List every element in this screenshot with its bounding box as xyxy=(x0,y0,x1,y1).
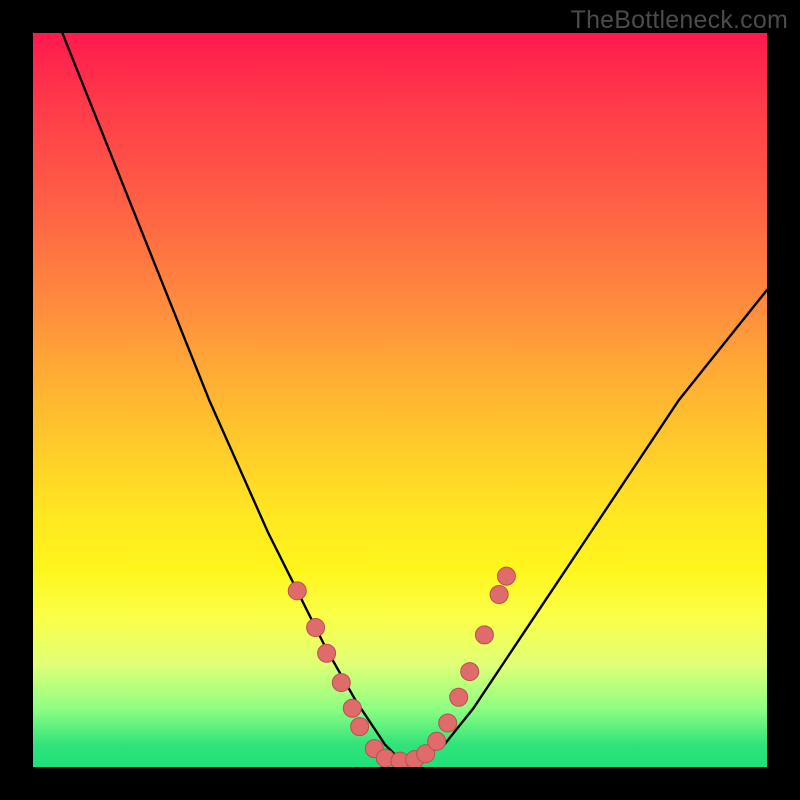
data-markers xyxy=(288,567,515,767)
data-marker xyxy=(351,718,369,736)
data-marker xyxy=(428,732,446,750)
bottleneck-curve xyxy=(62,33,767,760)
data-marker xyxy=(332,674,350,692)
watermark-text: TheBottleneck.com xyxy=(571,6,788,35)
data-marker xyxy=(439,714,457,732)
data-marker xyxy=(288,582,306,600)
data-marker xyxy=(490,586,508,604)
chart-svg xyxy=(33,33,767,767)
data-marker xyxy=(307,619,325,637)
chart-frame: TheBottleneck.com xyxy=(0,0,800,800)
data-marker xyxy=(318,644,336,662)
data-marker xyxy=(343,699,361,717)
data-marker xyxy=(450,688,468,706)
data-marker xyxy=(475,626,493,644)
data-marker xyxy=(461,663,479,681)
data-marker xyxy=(497,567,515,585)
plot-area xyxy=(33,33,767,767)
